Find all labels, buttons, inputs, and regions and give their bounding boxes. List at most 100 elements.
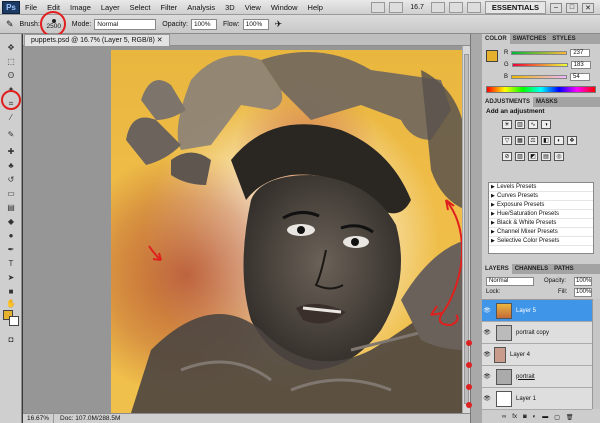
delete-layer-icon[interactable]: 🗑: [566, 414, 574, 421]
color-panel-fg-swatch[interactable]: [486, 50, 498, 62]
channel-mixer-icon[interactable]: ❖: [567, 136, 577, 145]
gradient-map-icon[interactable]: ▤: [541, 152, 551, 161]
levels-icon[interactable]: ▥: [515, 120, 525, 129]
green-value[interactable]: 183: [570, 60, 591, 69]
preset-hue-saturation[interactable]: Hue/Saturation Presets: [489, 210, 593, 219]
red-slider[interactable]: [511, 50, 568, 55]
brightness-icon[interactable]: ☀: [502, 120, 512, 129]
threshold-icon[interactable]: ◩: [528, 152, 538, 161]
gradient-tool-icon[interactable]: ▤: [4, 202, 18, 213]
menu-image[interactable]: Image: [65, 3, 96, 12]
black-white-icon[interactable]: ◧: [541, 136, 551, 145]
rotate-view-button[interactable]: [448, 2, 463, 13]
scrollbar-thumb[interactable]: [464, 54, 469, 404]
fill-field[interactable]: 100%: [574, 288, 592, 297]
curves-icon[interactable]: ∿: [528, 120, 538, 129]
layers-scrollbar[interactable]: [592, 299, 600, 409]
path-select-tool-icon[interactable]: ➤: [4, 272, 18, 283]
close-tab-icon[interactable]: ✕: [157, 37, 163, 44]
tab-paths[interactable]: PATHS: [551, 264, 576, 274]
layer-row-layer-4[interactable]: 👁 Layer 4: [482, 344, 592, 366]
layer-row-layer-1[interactable]: 👁 Layer 1: [482, 388, 592, 410]
status-zoom[interactable]: 16.67%: [23, 414, 55, 423]
layer-row-portrait-copy[interactable]: 👁 portrait copy: [482, 322, 592, 344]
blue-slider[interactable]: [511, 74, 568, 79]
bridge-button[interactable]: [371, 2, 386, 13]
menu-file[interactable]: File: [20, 3, 42, 12]
hand-tool-button[interactable]: [430, 2, 445, 13]
history-brush-icon[interactable]: ↺: [4, 174, 18, 185]
vibrance-icon[interactable]: ▽: [502, 136, 512, 145]
blend-mode-select[interactable]: Normal: [486, 277, 534, 286]
new-group-icon[interactable]: ▬: [542, 414, 548, 420]
type-tool-icon[interactable]: T: [4, 258, 18, 269]
menu-view[interactable]: View: [240, 3, 266, 12]
layer-style-icon[interactable]: fx: [512, 414, 517, 420]
mode-select[interactable]: Normal: [94, 18, 157, 30]
add-mask-icon[interactable]: ◙: [523, 414, 527, 420]
workspace-switcher[interactable]: ESSENTIALS: [484, 1, 546, 14]
canvas-vertical-scrollbar[interactable]: [462, 46, 470, 413]
preset-black-white[interactable]: Black & White Presets: [489, 219, 593, 228]
new-layer-icon[interactable]: ▢: [554, 414, 560, 421]
preset-curves[interactable]: Curves Presets: [489, 192, 593, 201]
adjustment-layer-icon[interactable]: ◐: [533, 414, 537, 420]
blur-tool-icon[interactable]: ◆: [4, 216, 18, 227]
preset-exposure[interactable]: Exposure Presets: [489, 201, 593, 210]
layer-row-portrait[interactable]: 👁 portrait: [482, 366, 592, 388]
mini-bridge-button[interactable]: [389, 2, 404, 13]
color-spectrum-bar[interactable]: [486, 86, 596, 93]
tab-layers[interactable]: LAYERS: [482, 264, 512, 274]
tab-color[interactable]: COLOR: [482, 34, 510, 44]
flow-field[interactable]: 100%: [242, 18, 269, 30]
pen-tool-icon[interactable]: ✒: [4, 244, 18, 255]
exposure-icon[interactable]: ◑: [541, 120, 551, 129]
marquee-tool-icon[interactable]: ⬚: [4, 56, 18, 67]
preset-levels[interactable]: Levels Presets: [489, 183, 593, 192]
lasso-tool-icon[interactable]: ʘ: [4, 70, 18, 81]
visibility-eye-icon[interactable]: 👁: [482, 373, 492, 380]
menu-3d[interactable]: 3D: [220, 3, 240, 12]
color-balance-icon[interactable]: ⚖: [528, 136, 538, 145]
menu-help[interactable]: Help: [303, 3, 328, 12]
document-tab[interactable]: puppets.psd @ 16.7% (Layer 5, RGB/8) ✕: [24, 34, 170, 46]
blue-value[interactable]: 54: [570, 72, 591, 81]
green-slider[interactable]: [511, 62, 568, 67]
layer-row-layer-5[interactable]: 👁 Layer 5: [482, 300, 592, 322]
visibility-eye-icon[interactable]: 👁: [482, 395, 492, 402]
minimize-icon[interactable]: –: [550, 2, 562, 13]
menu-filter[interactable]: Filter: [156, 3, 183, 12]
eraser-tool-icon[interactable]: ▭: [4, 188, 18, 199]
airbrush-icon[interactable]: ✈: [275, 19, 283, 30]
invert-icon[interactable]: ⊘: [502, 152, 512, 161]
brush-tool-icon[interactable]: ✎: [6, 19, 14, 30]
visibility-eye-icon[interactable]: 👁: [482, 307, 492, 314]
artwork-canvas[interactable]: [111, 50, 466, 413]
tab-channels[interactable]: CHANNELS: [512, 264, 551, 274]
menu-layer[interactable]: Layer: [96, 3, 125, 12]
layer-opacity-field[interactable]: 100%: [574, 277, 592, 286]
hand-tool-icon[interactable]: ✋: [4, 298, 18, 309]
menu-window[interactable]: Window: [266, 3, 303, 12]
link-layers-icon[interactable]: ∞: [502, 414, 506, 420]
menu-select[interactable]: Select: [125, 3, 156, 12]
quick-mask-icon[interactable]: ◘: [4, 334, 18, 345]
canvas-area[interactable]: [23, 46, 470, 413]
zoom-level-select[interactable]: 16.7: [407, 4, 427, 11]
visibility-eye-icon[interactable]: 👁: [482, 329, 492, 336]
maximize-icon[interactable]: □: [566, 2, 578, 13]
move-tool-icon[interactable]: ✥: [4, 42, 18, 53]
photo-filter-icon[interactable]: ◐: [554, 136, 564, 145]
arrange-documents-button[interactable]: [466, 2, 481, 13]
eyedropper-tool-icon[interactable]: ⁄: [4, 112, 18, 123]
menu-analysis[interactable]: Analysis: [182, 3, 220, 12]
shape-tool-icon[interactable]: ■: [4, 286, 18, 297]
red-value[interactable]: 237: [570, 48, 591, 57]
preset-channel-mixer[interactable]: Channel Mixer Presets: [489, 228, 593, 237]
preset-selective-color[interactable]: Selective Color Presets: [489, 237, 593, 246]
close-icon[interactable]: ✕: [582, 2, 594, 13]
tab-styles[interactable]: STYLES: [549, 34, 578, 44]
opacity-field[interactable]: 100%: [190, 18, 217, 30]
brush-tool-icon[interactable]: ✎: [4, 129, 18, 140]
background-color-swatch[interactable]: [9, 316, 19, 326]
